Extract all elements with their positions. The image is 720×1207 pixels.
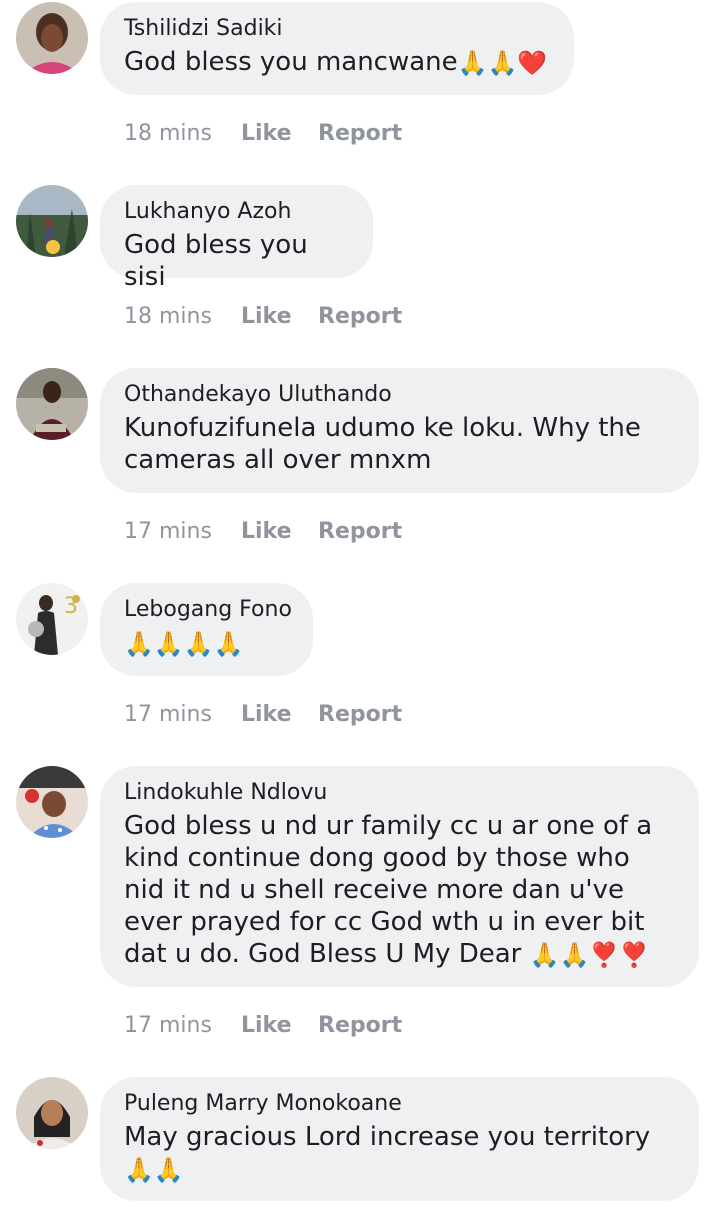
comment-meta: 18 mins Like Report (124, 301, 402, 331)
comment-bubble: Tshilidzi Sadiki God bless you mancwane🙏… (100, 2, 574, 95)
comment-author[interactable]: Othandekayo Uluthando (124, 382, 675, 408)
comment-text: God bless you mancwane🙏🙏❤️ (124, 46, 550, 78)
comment-emoji: 🙏🙏❣️❣️ (529, 941, 650, 969)
avatar[interactable] (16, 185, 88, 257)
comment-emoji: 🙏🙏🙏🙏 (124, 630, 244, 658)
comment-meta: 17 mins Like Report (124, 699, 402, 729)
report-button[interactable]: Report (318, 304, 402, 329)
report-button[interactable]: Report (318, 702, 402, 727)
report-button[interactable]: Report (318, 1013, 402, 1038)
comment-author[interactable]: Tshilidzi Sadiki (124, 16, 550, 42)
comment-time[interactable]: 18 mins (124, 121, 241, 146)
comment-author[interactable]: Puleng Marry Monokoane (124, 1091, 675, 1117)
avatar[interactable]: 3 (16, 583, 88, 655)
comment-author[interactable]: Lindokuhle Ndlovu (124, 780, 675, 806)
like-button[interactable]: Like (241, 121, 318, 146)
comment-meta: 17 mins Like Report (124, 516, 402, 546)
comment-bubble: Lebogang Fono 🙏🙏🙏🙏 (100, 583, 313, 676)
comment-bubble: Puleng Marry Monokoane May gracious Lord… (100, 1077, 699, 1201)
comment-text: May gracious Lord increase you territory… (124, 1121, 675, 1185)
comment-author[interactable]: Lukhanyo Azoh (124, 199, 349, 225)
comment-bubble: Othandekayo Uluthando Kunofuzifunela udu… (100, 368, 699, 493)
comment-emoji: 🙏🙏 (124, 1156, 184, 1184)
comment-bubble: Lindokuhle Ndlovu God bless u nd ur fami… (100, 766, 699, 987)
avatar[interactable] (16, 766, 88, 838)
like-button[interactable]: Like (241, 1013, 318, 1038)
comment-text: Kunofuzifunela udumo ke loku. Why the ca… (124, 412, 675, 476)
like-button[interactable]: Like (241, 304, 318, 329)
comment-text-body: May gracious Lord increase you territory (124, 1122, 651, 1152)
comment-text: God bless you sisi (124, 229, 349, 293)
comment-bubble: Lukhanyo Azoh God bless you sisi (100, 185, 373, 292)
comment-text: God bless u nd ur family cc u ar one of … (124, 810, 675, 970)
avatar[interactable] (16, 368, 88, 440)
comment-meta: 17 mins Like Report (124, 1010, 402, 1040)
like-button[interactable]: Like (241, 519, 318, 544)
comment-meta: 18 mins Like Report (124, 118, 402, 148)
avatar[interactable] (16, 1077, 88, 1149)
comment-time[interactable]: 17 mins (124, 1013, 241, 1038)
avatar[interactable] (16, 2, 88, 74)
report-button[interactable]: Report (318, 121, 402, 146)
comment-time[interactable]: 17 mins (124, 702, 241, 727)
comment-emoji: 🙏🙏❤️ (457, 49, 548, 77)
comment-text-body: God bless you mancwane (124, 47, 458, 77)
comment-text-body: Kunofuzifunela udumo ke loku. Why the ca… (124, 413, 641, 475)
comment-author[interactable]: Lebogang Fono (124, 597, 292, 623)
report-button[interactable]: Report (318, 519, 402, 544)
comment-text: 🙏🙏🙏🙏 (124, 627, 289, 659)
comment-text-body: God bless you sisi (124, 230, 308, 292)
comment-time[interactable]: 17 mins (124, 519, 241, 544)
like-button[interactable]: Like (241, 702, 318, 727)
comment-time[interactable]: 18 mins (124, 304, 241, 329)
